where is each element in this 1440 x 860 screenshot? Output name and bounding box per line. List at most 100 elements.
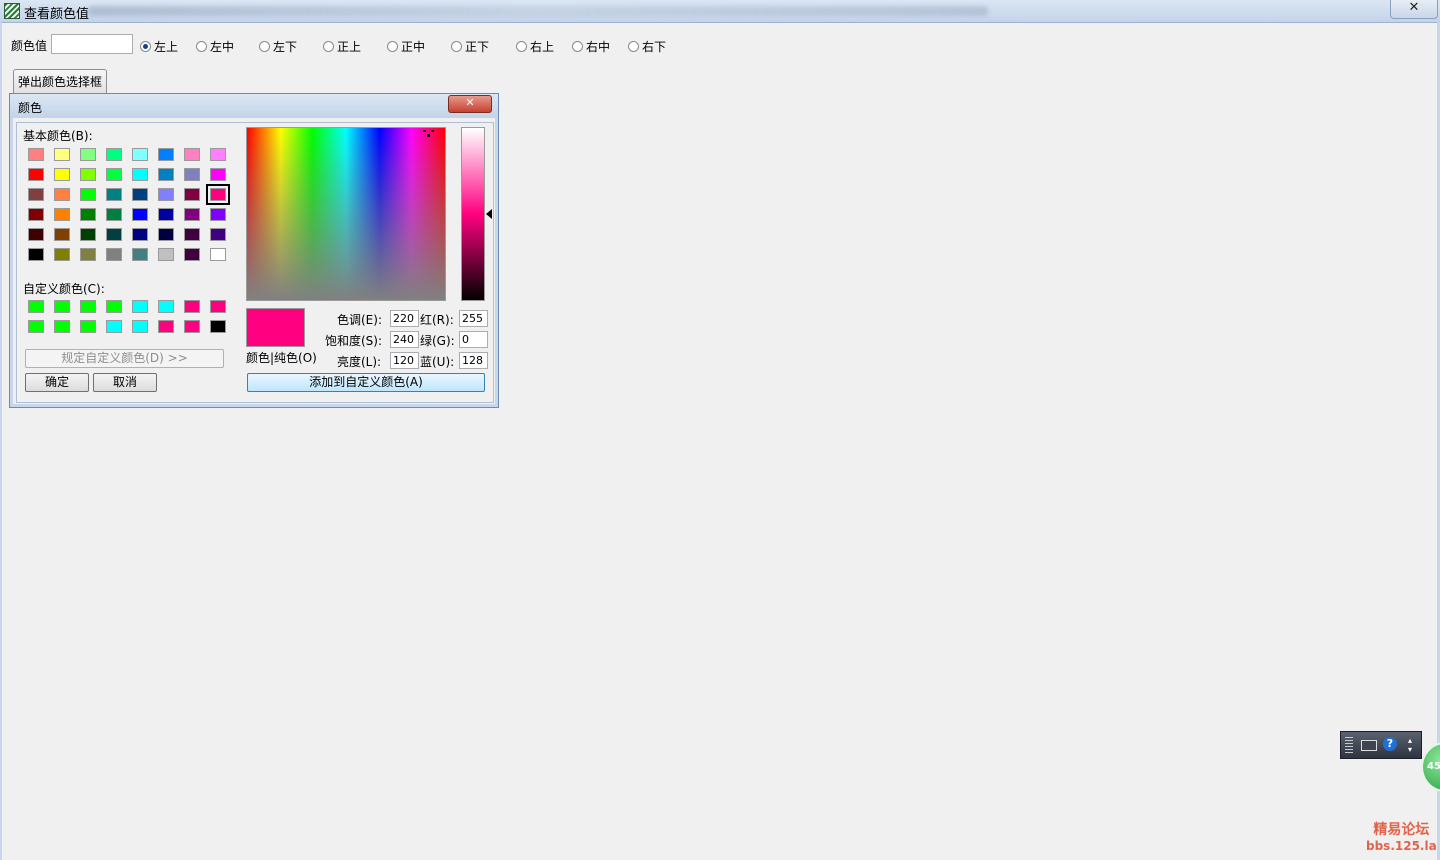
- color-swatch[interactable]: [54, 148, 70, 161]
- floating-widget[interactable]: 45: [1421, 742, 1440, 792]
- saturation-field[interactable]: 240: [390, 331, 419, 348]
- color-swatch[interactable]: [80, 188, 96, 201]
- color-swatch[interactable]: [210, 148, 226, 161]
- color-swatch[interactable]: [210, 248, 226, 261]
- define-custom-colors-button[interactable]: 规定自定义颜色(D) >>: [25, 349, 224, 368]
- green-field[interactable]: 0: [459, 331, 488, 348]
- color-swatch[interactable]: [28, 168, 44, 181]
- color-spectrum[interactable]: [246, 127, 446, 301]
- popup-color-picker-button[interactable]: 弹出颜色选择框: [13, 69, 107, 94]
- color-swatch[interactable]: [210, 300, 226, 313]
- position-radio[interactable]: 右上: [516, 38, 554, 55]
- color-swatch[interactable]: [158, 148, 174, 161]
- color-swatch[interactable]: [80, 300, 96, 313]
- color-swatch[interactable]: [210, 208, 226, 221]
- add-custom-color-button[interactable]: 添加到自定义颜色(A): [247, 373, 485, 392]
- color-swatch[interactable]: [184, 188, 200, 201]
- color-swatch[interactable]: [54, 300, 70, 313]
- color-swatch[interactable]: [132, 248, 148, 261]
- color-swatch[interactable]: [106, 208, 122, 221]
- color-swatch[interactable]: [158, 320, 174, 333]
- color-swatch[interactable]: [106, 248, 122, 261]
- color-swatch[interactable]: [80, 208, 96, 221]
- color-swatch[interactable]: [54, 248, 70, 261]
- radio-dot-icon[interactable]: [140, 41, 151, 52]
- color-swatch[interactable]: [106, 228, 122, 241]
- radio-dot-icon[interactable]: [516, 41, 527, 52]
- color-swatch[interactable]: [132, 188, 148, 201]
- hue-field[interactable]: 220: [390, 310, 419, 327]
- blue-field[interactable]: 128: [459, 352, 488, 369]
- color-swatch[interactable]: [28, 228, 44, 241]
- position-radio[interactable]: 右下: [628, 38, 666, 55]
- color-swatch[interactable]: [54, 320, 70, 333]
- position-radio[interactable]: 正下: [451, 38, 489, 55]
- color-swatch[interactable]: [28, 188, 44, 201]
- position-radio[interactable]: 正上: [323, 38, 361, 55]
- color-swatch[interactable]: [28, 248, 44, 261]
- red-field[interactable]: 255: [459, 310, 488, 327]
- color-swatch[interactable]: [210, 168, 226, 181]
- color-swatch[interactable]: [28, 208, 44, 221]
- color-swatch[interactable]: [184, 228, 200, 241]
- color-swatch[interactable]: [184, 208, 200, 221]
- color-swatch[interactable]: [132, 228, 148, 241]
- color-swatch[interactable]: [106, 320, 122, 333]
- position-radio[interactable]: 左中: [196, 38, 234, 55]
- cancel-button[interactable]: 取消: [93, 373, 157, 392]
- drag-grip-icon[interactable]: [1345, 737, 1353, 753]
- color-swatch[interactable]: [158, 228, 174, 241]
- color-swatch[interactable]: [54, 208, 70, 221]
- color-swatch[interactable]: [80, 320, 96, 333]
- radio-dot-icon[interactable]: [387, 41, 398, 52]
- color-swatch[interactable]: [132, 148, 148, 161]
- color-swatch[interactable]: [158, 248, 174, 261]
- color-swatch[interactable]: [206, 184, 230, 205]
- color-swatch[interactable]: [80, 248, 96, 261]
- radio-dot-icon[interactable]: [196, 41, 207, 52]
- radio-dot-icon[interactable]: [572, 41, 583, 52]
- position-radio[interactable]: 正中: [387, 38, 425, 55]
- color-swatch[interactable]: [28, 320, 44, 333]
- color-swatch[interactable]: [132, 300, 148, 313]
- color-swatch[interactable]: [184, 248, 200, 261]
- color-swatch[interactable]: [132, 320, 148, 333]
- window-close-button[interactable]: ✕: [1390, 0, 1438, 19]
- color-swatch[interactable]: [158, 300, 174, 313]
- keyboard-icon[interactable]: [1361, 740, 1377, 751]
- radio-dot-icon[interactable]: [323, 41, 334, 52]
- color-swatch[interactable]: [80, 228, 96, 241]
- color-swatch[interactable]: [54, 188, 70, 201]
- color-swatch[interactable]: [184, 300, 200, 313]
- color-swatch[interactable]: [28, 300, 44, 313]
- color-swatch[interactable]: [28, 148, 44, 161]
- color-swatch[interactable]: [106, 168, 122, 181]
- luminance-field[interactable]: 120: [390, 352, 419, 369]
- color-swatch[interactable]: [132, 208, 148, 221]
- ok-button[interactable]: 确定: [25, 373, 89, 392]
- position-radio[interactable]: 左上: [140, 38, 178, 55]
- color-swatch[interactable]: [80, 148, 96, 161]
- color-swatch[interactable]: [158, 208, 174, 221]
- color-swatch[interactable]: [158, 168, 174, 181]
- color-swatch[interactable]: [210, 228, 226, 241]
- radio-dot-icon[interactable]: [259, 41, 270, 52]
- color-swatch[interactable]: [54, 168, 70, 181]
- color-swatch[interactable]: [106, 300, 122, 313]
- color-swatch[interactable]: [54, 228, 70, 241]
- position-radio[interactable]: 左下: [259, 38, 297, 55]
- luminance-arrow-icon[interactable]: [486, 209, 492, 219]
- color-swatch[interactable]: [158, 188, 174, 201]
- color-swatch[interactable]: [80, 168, 96, 181]
- luminance-slider[interactable]: [461, 127, 485, 301]
- color-swatch[interactable]: [210, 320, 226, 333]
- dialog-close-button[interactable]: ✕: [448, 95, 492, 113]
- color-swatch[interactable]: [132, 168, 148, 181]
- color-swatch[interactable]: [184, 320, 200, 333]
- color-swatch[interactable]: [106, 148, 122, 161]
- position-radio[interactable]: 右中: [572, 38, 610, 55]
- color-value-input[interactable]: [51, 34, 133, 54]
- options-icon[interactable]: ▴ ▾: [1405, 736, 1415, 754]
- help-icon[interactable]: ?: [1383, 737, 1397, 751]
- radio-dot-icon[interactable]: [628, 41, 639, 52]
